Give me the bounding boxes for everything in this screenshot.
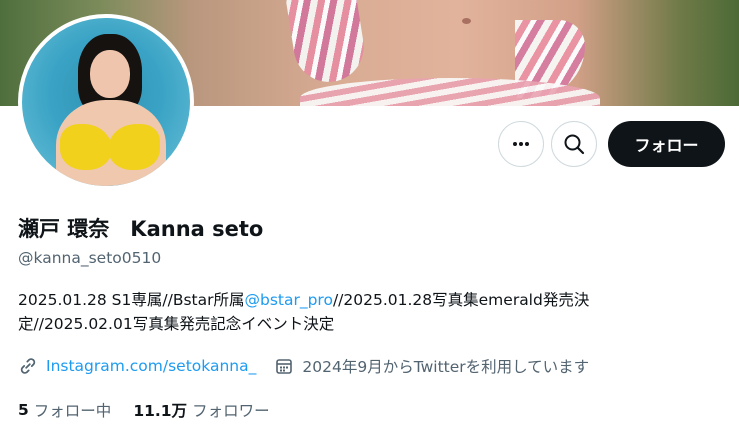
avatar-swimsuit bbox=[108, 124, 160, 170]
profile-meta: Instagram.com/setokanna_ 2024年9月からTwitte… bbox=[18, 354, 589, 378]
profile-stats: 5 フォロー中 11.1万 フォロワー bbox=[18, 398, 270, 422]
joined-text: 2024年9月からTwitterを利用しています bbox=[302, 358, 590, 376]
avatar[interactable] bbox=[18, 14, 194, 190]
following-link[interactable]: 5 フォロー中 bbox=[18, 399, 111, 421]
calendar-icon bbox=[274, 356, 294, 376]
followers-count: 11.1万 bbox=[133, 402, 188, 420]
user-handle: @kanna_seto0510 bbox=[18, 249, 162, 267]
following-label: フォロー中 bbox=[33, 402, 112, 420]
bio-text: 2025.01.28 S1専属//Bstar所属 bbox=[18, 291, 245, 309]
followers-label: フォロワー bbox=[192, 402, 270, 420]
link-icon bbox=[18, 356, 38, 376]
followers-link[interactable]: 11.1万 フォロワー bbox=[133, 399, 269, 421]
more-button[interactable] bbox=[498, 121, 544, 167]
profile-bio: 2025.01.28 S1専属//Bstar所属@bstar_pro//2025… bbox=[18, 288, 658, 336]
display-name: 瀬戸 環奈 Kanna seto bbox=[18, 217, 264, 241]
more-dots-icon bbox=[513, 142, 529, 146]
banner-decoration bbox=[285, 0, 369, 87]
search-button[interactable] bbox=[551, 121, 597, 167]
bio-mention-link[interactable]: @bstar_pro bbox=[244, 291, 332, 309]
profile-website-link[interactable]: Instagram.com/setokanna_ bbox=[46, 357, 256, 375]
avatar-face bbox=[90, 50, 130, 98]
following-count: 5 bbox=[18, 401, 29, 419]
search-icon bbox=[564, 134, 585, 155]
follow-button[interactable]: フォロー bbox=[608, 121, 725, 167]
avatar-swimsuit bbox=[60, 124, 112, 170]
joined-date: 2024年9月からTwitterを利用しています bbox=[274, 355, 589, 377]
banner-decoration bbox=[462, 18, 471, 24]
